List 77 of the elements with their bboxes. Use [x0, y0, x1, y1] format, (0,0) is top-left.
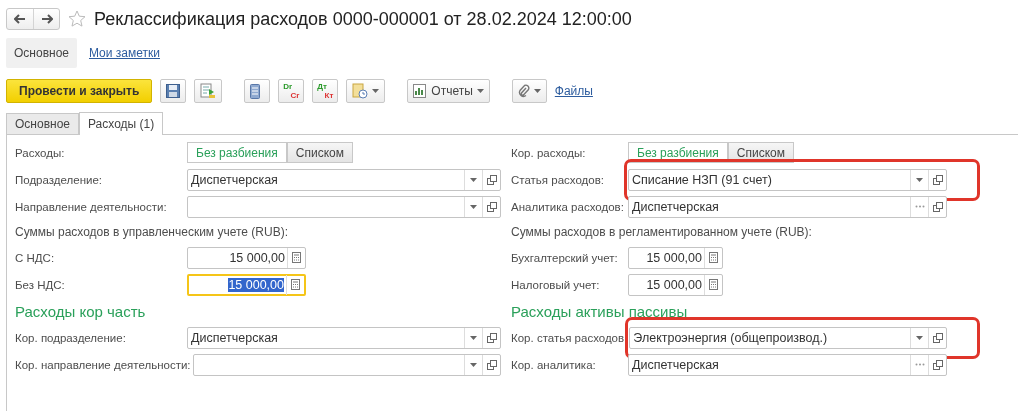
field-label: Кор. подразделение:	[15, 331, 127, 344]
star-icon[interactable]	[68, 10, 86, 28]
form-tab[interactable]: Расходы (1)	[79, 112, 164, 135]
open-icon[interactable]	[932, 174, 943, 185]
forward-arrow-icon	[40, 14, 53, 24]
open-icon[interactable]	[932, 332, 943, 343]
amount-field[interactable]: 15 000,00	[628, 273, 723, 296]
section-heading: Расходы активы пассивы	[511, 302, 688, 320]
section-caption: Суммы расходов в управленческим учете (RUB):	[15, 225, 288, 239]
mode-toggle-option[interactable]: Списком	[286, 142, 353, 163]
field-label: Кор. направление деятельности:	[15, 358, 192, 371]
caret-icon	[470, 362, 477, 367]
select-field[interactable]	[192, 353, 501, 376]
caret-icon	[470, 177, 477, 182]
field-label: Кор. расходы:	[511, 146, 587, 159]
document-menu-button[interactable]	[346, 79, 386, 103]
caret-icon	[470, 204, 477, 209]
panel-tab[interactable]: Основное	[6, 38, 77, 68]
reports-menu-button[interactable]: Отчеты	[407, 79, 490, 103]
field-label: С НДС:	[15, 251, 56, 264]
save-button[interactable]	[160, 79, 187, 103]
files-link[interactable]: Файлы	[554, 84, 593, 98]
field-label: Статья расходов:	[511, 173, 605, 186]
field-label: Кор. аналитика:	[511, 358, 597, 371]
panel-tab[interactable]: Мои заметки	[89, 46, 160, 60]
picker-field[interactable]: Диспетчерская	[628, 195, 947, 218]
section-heading: Расходы кор часть	[15, 302, 146, 320]
list-button[interactable]	[244, 79, 271, 103]
select-field[interactable]	[187, 195, 501, 218]
picker-field[interactable]: Диспетчерская	[628, 353, 947, 376]
post-and-close-button[interactable]: Провести и закрыть	[6, 79, 153, 103]
amount-field[interactable]: 15 000,00	[187, 246, 306, 269]
field-label: Бухгалтерский учет:	[511, 251, 619, 264]
field-label: Аналитика расходов:	[511, 200, 625, 213]
field-label: Налоговый учет:	[511, 278, 601, 291]
select-field[interactable]: Диспетчерская	[187, 326, 501, 349]
calculator-icon[interactable]	[709, 279, 718, 290]
form-tab[interactable]: Основное	[6, 113, 79, 134]
attachment-button[interactable]	[511, 79, 547, 103]
field-label: Расходы:	[15, 146, 66, 159]
list-icon	[250, 83, 261, 99]
caret-icon	[470, 335, 477, 340]
calculator-icon[interactable]	[292, 252, 301, 263]
open-icon[interactable]	[486, 332, 497, 343]
calculator-icon[interactable]	[709, 252, 718, 263]
caret-icon	[476, 89, 484, 93]
field-label: Направление деятельности:	[15, 200, 168, 213]
document-arrow-icon	[200, 83, 217, 99]
select-field[interactable]: Диспетчерская	[187, 168, 501, 191]
select-field[interactable]: Электроэнергия (общепроизвод.)	[629, 326, 947, 349]
amount-field[interactable]: 15 000,00	[187, 273, 306, 296]
section-caption: Суммы расходов в регламентированном учете (RUB):	[511, 225, 812, 239]
paperclip-icon	[517, 84, 530, 98]
open-icon[interactable]	[932, 201, 943, 212]
window-title: Реклассификация расходов 0000-000001 от 28.02.2024 12:00:00	[94, 8, 632, 30]
calculator-icon[interactable]	[291, 279, 300, 290]
field-label: Без НДС:	[15, 278, 66, 291]
open-icon[interactable]	[932, 359, 943, 370]
select-field[interactable]: Списание НЗП (91 счет)	[628, 168, 947, 191]
report-icon	[413, 84, 428, 98]
caret-icon	[916, 177, 923, 182]
amount-field[interactable]: 15 000,00	[628, 246, 723, 269]
caret-icon	[916, 335, 923, 340]
ellipsis-icon[interactable]	[914, 363, 925, 366]
open-icon[interactable]	[486, 201, 497, 212]
open-icon[interactable]	[486, 174, 497, 185]
post-button[interactable]	[194, 79, 223, 103]
open-icon[interactable]	[486, 359, 497, 370]
ellipsis-icon[interactable]	[914, 205, 925, 208]
field-label: Подразделение:	[15, 173, 103, 186]
field-label: Кор. статья расходов:	[511, 331, 629, 344]
caret-icon	[533, 89, 541, 93]
back-arrow-icon	[14, 14, 26, 24]
postings-button[interactable]: Dr Cr	[278, 79, 305, 103]
document-clock-icon	[352, 83, 369, 99]
postings-button[interactable]: Дт Кт	[312, 79, 339, 103]
caret-icon	[372, 89, 380, 93]
